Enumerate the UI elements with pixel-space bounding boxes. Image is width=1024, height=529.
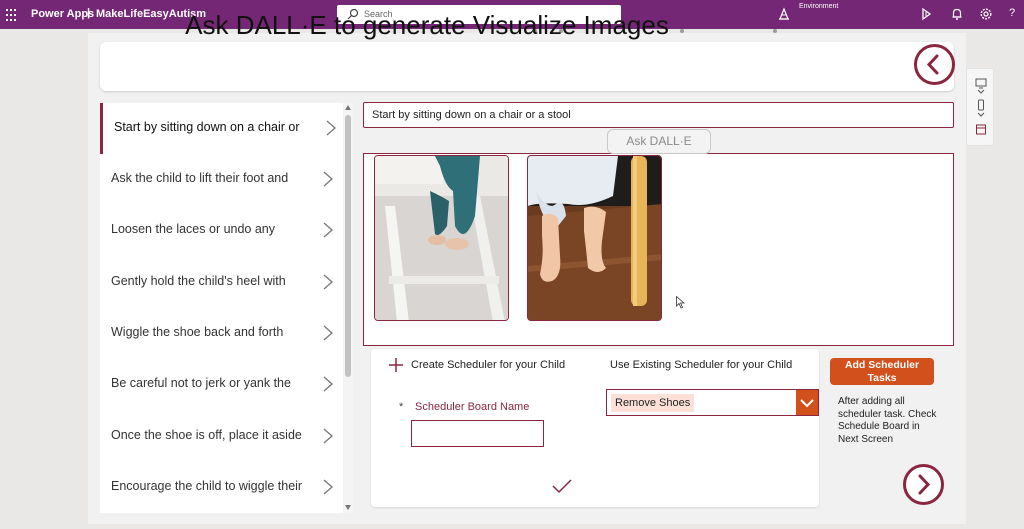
generated-image[interactable] [374,155,509,321]
phone-icon[interactable] [975,99,987,111]
generated-image[interactable] [527,155,662,321]
existing-scheduler-dropdown[interactable]: Remove Shoes [606,389,819,416]
plus-icon[interactable] [388,357,404,373]
list-item[interactable]: Wiggle the shoe back and forth [100,308,344,359]
required-indicator: * [399,401,404,413]
chevron-right-icon[interactable] [322,427,334,445]
scheduler-note: After adding all scheduler task. Check S… [838,396,937,445]
copilot-icon[interactable] [919,7,933,21]
chevron-right-icon[interactable] [325,119,337,137]
chevron-right-icon[interactable] [322,221,334,239]
prompt-input[interactable]: Start by sitting down on a chair or a st… [363,102,954,128]
scheduler-board-name-input[interactable] [411,420,544,447]
chevron-right-icon[interactable] [322,170,334,188]
chevron-down-icon [800,399,814,408]
brand-name[interactable]: Power Apps [31,8,94,20]
device-preview-panel [966,68,994,146]
scheduler-board-name-label: Scheduler Board Name [415,401,530,413]
mouse-cursor-icon [676,296,685,309]
environment-label[interactable]: Environment [799,3,838,10]
list-item[interactable]: Loosen the laces or undo any [100,205,344,256]
step-label: Encourage the child to wiggle their [111,479,303,493]
environment-icon[interactable] [777,7,791,21]
list-item[interactable]: Once the shoe is off, place it aside [100,411,344,462]
chevron-down-icon[interactable] [975,112,987,118]
list-item[interactable]: Start by sitting down on a chair or [100,103,344,154]
ask-dalle-button[interactable]: Ask DALL·E [607,129,711,154]
add-scheduler-tasks-button[interactable]: Add Scheduler Tasks [830,358,934,385]
page-title: Ask DALL·E to generate Visualize Images [185,10,669,40]
checkmark-icon[interactable] [552,478,572,494]
notifications-icon[interactable] [950,7,964,21]
calendar-icon[interactable] [975,123,987,135]
list-item[interactable]: Ask the child to lift their foot and [100,154,344,205]
step-label: Wiggle the shoe back and forth [111,325,284,339]
step-label: Loosen the laces or undo any [111,222,276,236]
step-label: Be careful not to jerk or yank the [111,376,291,390]
list-item[interactable]: Encourage the child to wiggle their [100,462,344,513]
step-label: Start by sitting down on a chair or [114,120,300,134]
create-scheduler-label[interactable]: Create Scheduler for your Child [411,359,565,371]
chevron-down-icon[interactable] [975,89,987,95]
title-card [100,42,954,91]
steps-gallery: Start by sitting down on a chair or Ask … [100,103,353,513]
app-launcher-icon[interactable] [6,9,18,21]
chevron-right-icon[interactable] [322,478,334,496]
chevron-left-icon [926,54,939,75]
chevron-right-icon[interactable] [322,324,334,342]
list-item[interactable]: Gently hold the child's heel with [100,257,344,308]
scroll-down-icon[interactable] [345,505,351,510]
use-existing-scheduler-label: Use Existing Scheduler for your Child [610,359,793,371]
scroll-up-icon[interactable] [345,105,351,110]
steps-scrollbar[interactable] [343,103,353,513]
settings-gear-icon[interactable] [979,7,993,21]
chevron-right-icon [918,474,931,495]
chevron-right-icon[interactable] [322,375,334,393]
list-item[interactable]: Be careful not to jerk or yank the [100,359,344,410]
help-icon[interactable]: ? [1009,7,1015,19]
next-button[interactable] [903,464,944,505]
back-button[interactable] [914,44,955,85]
step-label: Once the shoe is off, place it aside [111,428,302,442]
step-label: Gently hold the child's heel with [111,274,286,288]
step-label: Ask the child to lift their foot and [111,171,289,185]
scroll-thumb[interactable] [345,115,351,377]
dropdown-selected-value: Remove Shoes [611,394,695,412]
dropdown-toggle[interactable] [796,390,818,415]
brand-separator: | [87,7,91,19]
chevron-right-icon[interactable] [322,273,334,291]
monitor-icon[interactable] [975,77,987,89]
